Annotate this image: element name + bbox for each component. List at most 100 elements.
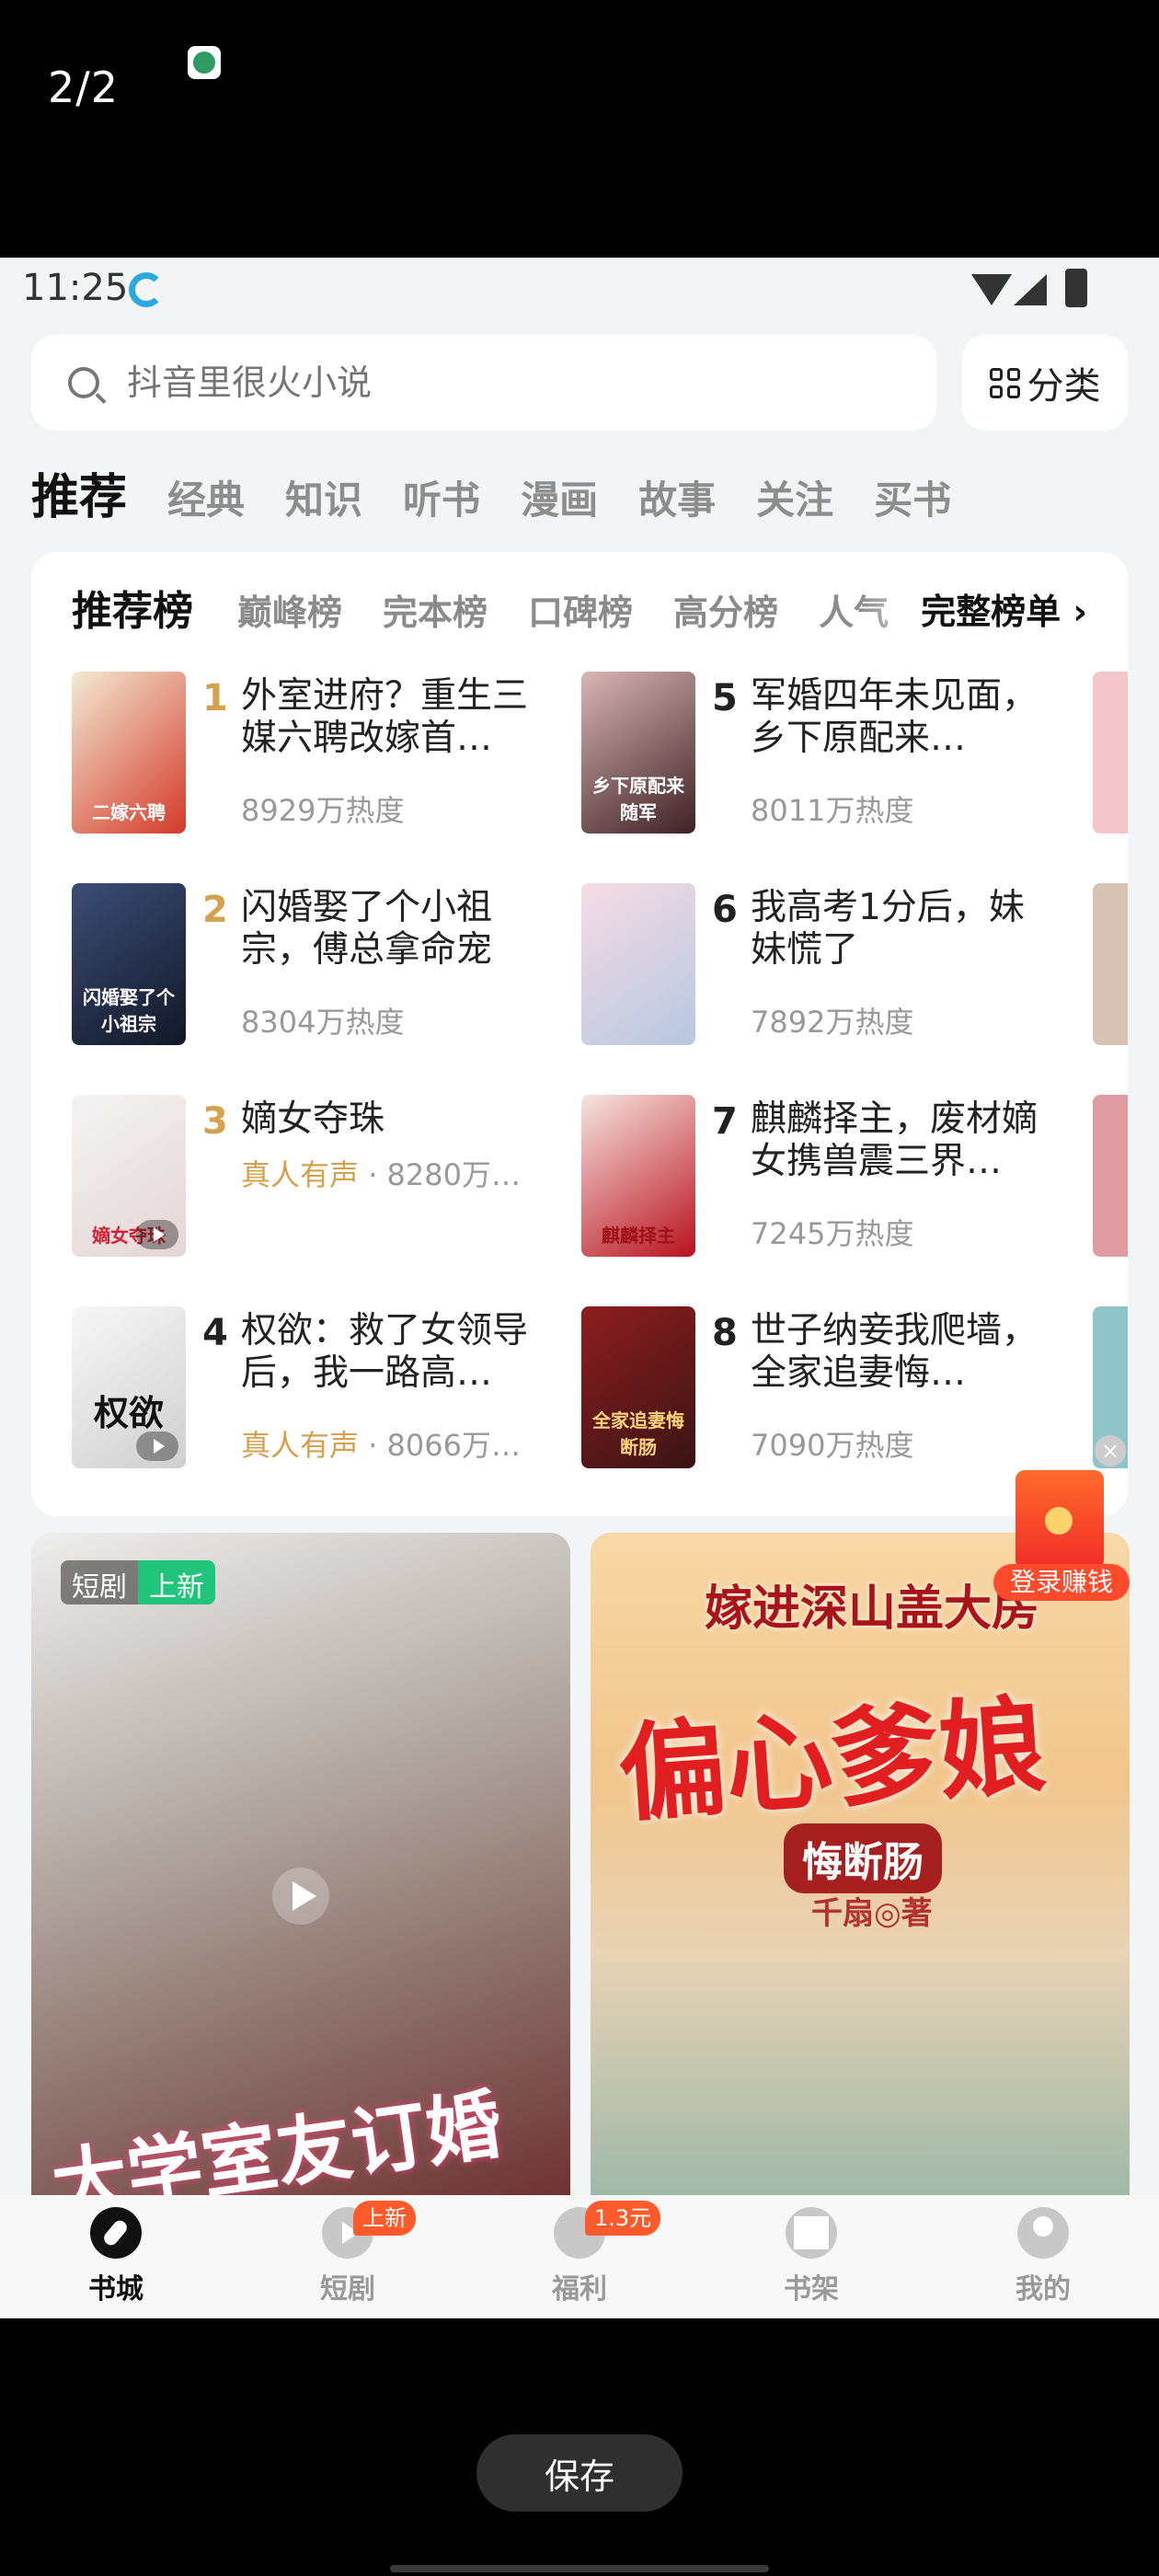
ranking-card: 推荐榜 巅峰榜 完本榜 口碑榜 高分榜 人气 完整榜单 › 二嫁六聘 1 外室进… <box>31 552 1128 1516</box>
book-item-3[interactable]: 嫡女夺珠 3 嫡女夺珠 真人有声 · 8280万… <box>72 1095 587 1270</box>
nav-short-drama[interactable]: 短剧 上新 <box>256 2195 440 2318</box>
book-title: 外室进府？重生三媒六聘改嫁首… <box>241 675 529 759</box>
tab-following[interactable]: 关注 <box>756 469 833 525</box>
rank-tab-reputation[interactable]: 口碑榜 <box>528 584 633 635</box>
tab-classic[interactable]: 经典 <box>167 469 245 525</box>
book-item-4[interactable]: 权欲 4 权欲：救了女领导后，我一路高… 真人有声 · 8066万… <box>72 1306 587 1481</box>
rank-tab-peak[interactable]: 巅峰榜 <box>237 584 342 635</box>
novel-big-title: 偏心爹娘 <box>614 1683 1050 1838</box>
full-list-link[interactable]: 完整榜单 › <box>921 583 1087 634</box>
book-popularity: 8011万热度 <box>751 793 914 828</box>
book-title: 闪婚娶了个小祖宗，傅总拿命宠 <box>241 887 493 971</box>
search-input[interactable] <box>127 362 918 403</box>
home-indicator <box>390 2565 769 2572</box>
book-cover: 闪婚娶了个小祖宗 <box>72 883 186 1045</box>
status-bar: 11:25 <box>0 258 1159 322</box>
grid-icon <box>989 367 1020 398</box>
book-title: 嫡女夺珠 <box>241 1098 385 1140</box>
bottom-nav: 书城 短剧 上新 福利 1.3元 书架 我的 <box>0 2195 1159 2318</box>
viewer-top-bar: 2/2 <box>0 0 1159 258</box>
search-icon <box>68 367 99 398</box>
book-title: 军婚四年未见面，乡下原配来… <box>751 675 1039 759</box>
rank-number: 2 <box>202 889 228 931</box>
signal-icon <box>1014 274 1047 305</box>
book-cover: 权欲 <box>72 1306 186 1468</box>
nav-bookshelf[interactable]: 书架 <box>719 2195 903 2318</box>
user-icon <box>1017 2207 1069 2259</box>
battery-icon <box>1065 269 1087 307</box>
book-popularity: 7892万热度 <box>751 1005 914 1040</box>
book-meta-line: 真人有声 · 8280万… <box>241 1157 521 1192</box>
save-button[interactable]: 保存 <box>476 2434 683 2512</box>
book-cover: 乡下原配来随军 <box>581 672 695 834</box>
ranking-tabs: 推荐榜 巅峰榜 完本榜 口碑榜 高分榜 人气 <box>72 578 929 642</box>
next-column-cover <box>1093 672 1128 834</box>
sync-icon <box>129 272 164 307</box>
status-time: 11:25 <box>22 267 129 309</box>
book-item-7[interactable]: 麒麟择主 7 麒麟择主，废材嫡女携兽震三界… 7245万热度 <box>581 1095 1096 1270</box>
rank-number: 6 <box>712 889 738 931</box>
rank-number: 3 <box>202 1100 228 1143</box>
drama-card[interactable]: 短剧 上新 大学室友订婚 <box>31 1533 570 2232</box>
tab-stories[interactable]: 故事 <box>638 469 716 525</box>
audio-play-icon <box>136 1432 178 1461</box>
next-column-cover <box>1093 883 1128 1045</box>
category-label: 分类 <box>1027 365 1101 408</box>
nav-me[interactable]: 我的 <box>951 2195 1135 2318</box>
nav-benefits[interactable]: 福利 1.3元 <box>488 2195 671 2318</box>
book-cover: 麒麟择主 <box>581 1095 695 1257</box>
next-column-cover <box>1093 1095 1128 1257</box>
login-reward-label: 登录赚钱 <box>993 1564 1130 1601</box>
book-item-6[interactable]: 6 我高考1分后，妹妹慌了 7892万热度 <box>581 883 1096 1058</box>
nav-badge: 1.3元 <box>585 2201 661 2236</box>
novel-author: 千扇◎著 <box>811 1895 933 1932</box>
book-cover: 全家追妻悔断肠 <box>581 1306 695 1468</box>
book-popularity: 8304万热度 <box>241 1005 405 1040</box>
book-item-2[interactable]: 闪婚娶了个小祖宗 2 闪婚娶了个小祖宗，傅总拿命宠 8304万热度 <box>72 883 587 1058</box>
book-popularity: 8929万热度 <box>241 793 405 828</box>
book-item-8[interactable]: 全家追妻悔断肠 8 世子纳妾我爬墙，全家追妻悔… 7090万热度 <box>581 1306 1096 1481</box>
search-box[interactable] <box>31 335 936 431</box>
book-popularity: 7090万热度 <box>751 1428 914 1463</box>
book-cover: 二嫁六聘 <box>72 672 186 834</box>
novel-subtitle: 悔断肠 <box>784 1823 942 1893</box>
page-counter: 2/2 <box>48 63 120 112</box>
book-item-5[interactable]: 乡下原配来随军 5 军婚四年未见面，乡下原配来… 8011万热度 <box>581 672 1096 846</box>
book-meta-line: 真人有声 · 8066万… <box>241 1428 521 1463</box>
book-title: 权欲：救了女领导后，我一路高… <box>241 1310 529 1394</box>
rank-tab-high-score[interactable]: 高分榜 <box>673 584 778 635</box>
nav-bookstore[interactable]: 书城 <box>24 2195 208 2318</box>
book-cover <box>581 883 695 1045</box>
rank-number: 1 <box>202 677 228 719</box>
book-title: 我高考1分后，妹妹慌了 <box>751 887 1025 971</box>
book-popularity: 7245万热度 <box>751 1216 914 1251</box>
book-cover: 嫡女夺珠 <box>72 1095 186 1257</box>
rank-number: 4 <box>202 1312 228 1354</box>
top-tabs: 推荐 经典 知识 听书 漫画 故事 关注 买书 <box>31 458 992 525</box>
login-reward-button[interactable]: 登录赚钱 <box>993 1470 1130 1601</box>
tab-audiobook[interactable]: 听书 <box>403 469 480 525</box>
tab-buy-books[interactable]: 买书 <box>874 469 951 525</box>
close-icon[interactable]: × <box>1095 1435 1126 1466</box>
book-icon <box>786 2207 837 2259</box>
novel-card[interactable]: 嫁进深山盖大房 偏心爹娘 悔断肠 千扇◎著 <box>591 1533 1130 2232</box>
wifi-icon <box>971 274 1012 305</box>
nav-badge: 上新 <box>353 2201 416 2236</box>
play-icon[interactable] <box>272 1868 329 1925</box>
book-item-1[interactable]: 二嫁六聘 1 外室进府？重生三媒六聘改嫁首… 8929万热度 <box>72 672 587 846</box>
app-icon <box>188 46 221 79</box>
book-title: 世子纳妾我爬墙，全家追妻悔… <box>751 1310 1039 1394</box>
phone-screen: 11:25 分类 推荐 经典 知识 听书 漫画 故事 关注 买书 推荐榜 巅峰榜… <box>0 258 1159 2318</box>
tab-knowledge[interactable]: 知识 <box>285 469 362 525</box>
audio-play-icon <box>136 1220 178 1249</box>
rank-number: 8 <box>712 1312 738 1354</box>
category-button[interactable]: 分类 <box>962 335 1128 431</box>
rank-number: 5 <box>712 677 738 719</box>
rank-number: 7 <box>712 1100 738 1143</box>
tab-recommend[interactable]: 推荐 <box>31 458 127 527</box>
compass-icon <box>90 2207 142 2259</box>
rank-tab-completed[interactable]: 完本榜 <box>383 584 488 635</box>
rank-tab-recommend[interactable]: 推荐榜 <box>72 578 193 637</box>
tab-comics[interactable]: 漫画 <box>521 469 598 525</box>
book-title: 麒麟择主，废材嫡女携兽震三界… <box>751 1098 1039 1182</box>
